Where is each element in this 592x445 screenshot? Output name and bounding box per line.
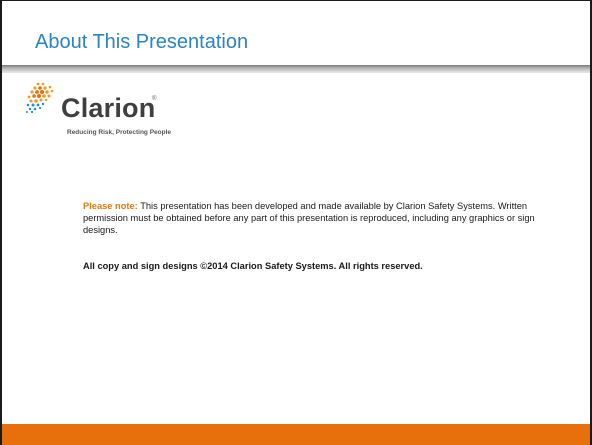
logo-tagline: Reducing Risk, Protecting People <box>67 129 172 136</box>
copyright-notice: All copy and sign designs ©2014 Clarion … <box>83 261 423 271</box>
footer-bar <box>2 424 590 445</box>
note-text: This presentation has been developed and… <box>83 201 535 235</box>
note-label: Please note: <box>83 201 138 211</box>
logo-dots-icon <box>26 82 54 114</box>
slide: About This Presentation Clarion ® Reduci… <box>0 0 592 445</box>
title-bar: About This Presentation <box>2 1 590 73</box>
logo-wordmark: Clarion <box>61 93 156 123</box>
slide-title: About This Presentation <box>35 31 249 53</box>
disclaimer-note: Please note: This presentation has been … <box>83 200 553 236</box>
title-divider <box>2 65 590 73</box>
logo-registered-mark: ® <box>152 96 157 102</box>
clarion-logo: Clarion ® Reducing Risk, Protecting Peop… <box>24 81 214 151</box>
